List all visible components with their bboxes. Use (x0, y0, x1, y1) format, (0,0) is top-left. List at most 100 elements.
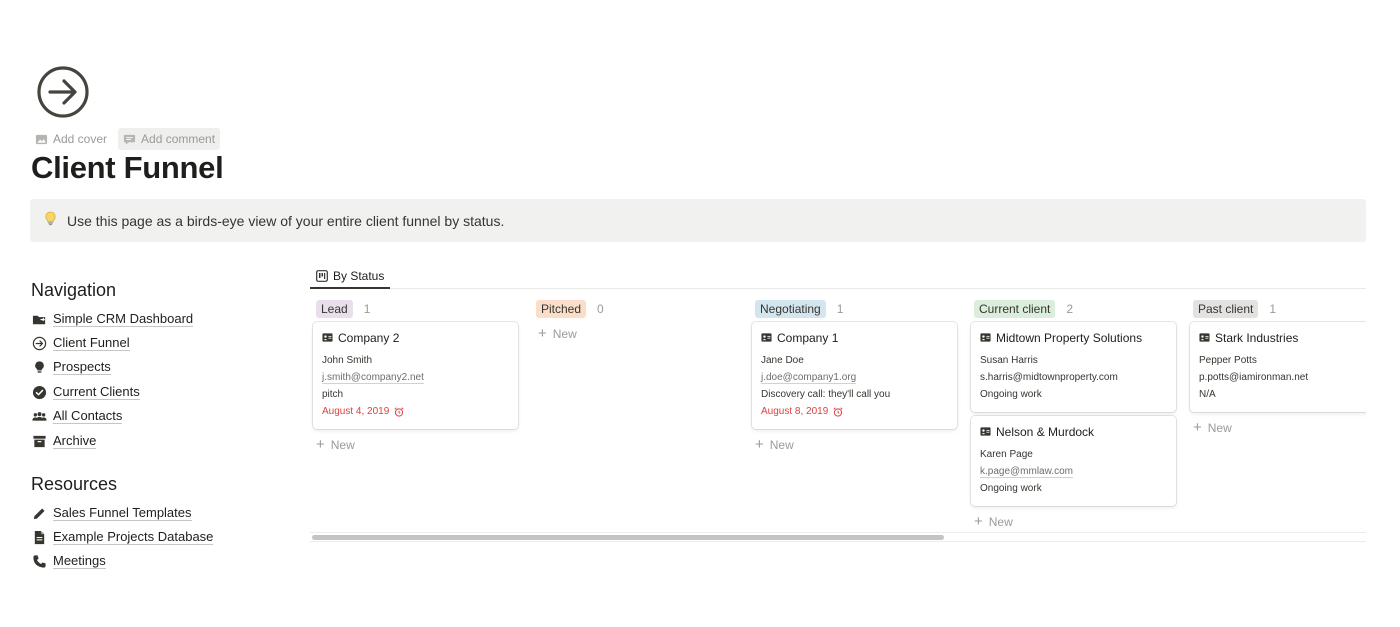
resource-link-label: Sales Funnel Templates (53, 504, 192, 521)
contact-email[interactable]: k.page@mmlaw.com (980, 463, 1167, 480)
page-icon[interactable] (35, 64, 91, 120)
nav-link-current-clients[interactable]: Current Clients (31, 380, 193, 404)
nav-link-prospects[interactable]: Prospects (31, 356, 193, 380)
alarm-clock-icon (394, 406, 404, 417)
card-nelson-murdock[interactable]: Nelson & Murdock Karen Page k.page@mmlaw… (971, 416, 1176, 506)
resource-link-label: Example Projects Database (53, 529, 214, 546)
column-header[interactable]: Pitched 0 (530, 296, 736, 322)
column-header[interactable]: Current client 2 (968, 296, 1174, 322)
column-header[interactable]: Negotiating 1 (749, 296, 955, 322)
arrow-circle-right-icon (37, 66, 89, 118)
contact-name: Karen Page (980, 449, 1033, 460)
add-comment-button[interactable]: Add comment (118, 128, 221, 150)
page-actions: Add cover Add comment (30, 128, 221, 150)
arrow-circle-right-icon (31, 336, 47, 352)
status-pill: Pitched (536, 300, 587, 318)
contact-name: Pepper Potts (1199, 355, 1257, 366)
card-title-text: Nelson & Murdock (996, 424, 1095, 439)
nav-link-label: Client Funnel (53, 335, 130, 352)
folder-arrow-icon (31, 311, 47, 327)
board-view-tabs: By Status (310, 264, 1366, 289)
contact-name: Susan Harris (980, 355, 1038, 366)
card-stark-industries[interactable]: Stark Industries Pepper Potts p.potts@ia… (1190, 322, 1366, 412)
scrollbar-thumb[interactable] (312, 535, 944, 540)
card-note: pitch (322, 389, 344, 400)
card-company-1[interactable]: Company 1 Jane Doe j.doe@company1.org Di… (752, 322, 957, 429)
contact-card-icon (761, 333, 772, 342)
card-date: August 8, 2019 (761, 403, 948, 420)
card-title-text: Stark Industries (1215, 330, 1299, 345)
people-icon (31, 409, 47, 425)
nav-link-archive[interactable]: Archive (31, 429, 193, 453)
new-label: New (1207, 421, 1232, 435)
contact-email[interactable]: p.potts@iamironman.net (1199, 369, 1366, 386)
plus-icon: + (1193, 419, 1202, 436)
resource-link-sales-funnel-templates[interactable]: Sales Funnel Templates (31, 501, 213, 525)
new-label: New (988, 515, 1013, 529)
phone-icon (31, 554, 47, 570)
new-card-button[interactable]: + New (974, 510, 1174, 532)
card-company-2[interactable]: Company 2 John Smith j.smith@company2.ne… (313, 322, 518, 429)
page-title: Client Funnel (31, 150, 224, 185)
resource-link-label: Meetings (53, 553, 106, 570)
board-view-icon (316, 269, 328, 282)
card-note: N/A (1199, 389, 1216, 400)
board-column-negotiating: Negotiating 1 Company 1 Jane Doe j.doe@c… (749, 296, 957, 457)
nav-link-simple-crm-dashboard[interactable]: Simple CRM Dashboard (31, 307, 194, 331)
column-count: 1 (363, 302, 371, 316)
card-title: Nelson & Murdock (980, 424, 1167, 439)
contact-email[interactable]: j.smith@company2.net (322, 369, 509, 386)
image-icon (35, 134, 48, 144)
card-title-text: Midtown Property Solutions (996, 330, 1143, 345)
board-column-lead: Lead 1 Company 2 John Smith j.smith@comp… (310, 296, 518, 457)
column-header[interactable]: Past client 1 (1187, 296, 1366, 322)
status-pill: Negotiating (755, 300, 826, 318)
archive-icon (31, 433, 47, 449)
lightbulb-icon (44, 211, 57, 230)
card-midtown-property-solutions[interactable]: Midtown Property Solutions Susan Harris … (971, 322, 1176, 412)
resource-link-meetings[interactable]: Meetings (31, 550, 213, 574)
card-note: Ongoing work (980, 389, 1042, 400)
board-horizontal-scrollbar[interactable] (310, 532, 1366, 542)
card-title-text: Company 1 (777, 330, 839, 345)
card-note: Ongoing work (980, 483, 1042, 494)
resources-section: Resources Sales Funnel Templates Example… (31, 474, 214, 574)
column-count: 1 (836, 302, 844, 316)
callout: Use this page as a birds-eye view of you… (30, 199, 1366, 242)
board-column-pitched: Pitched 0 + New (530, 296, 736, 346)
navigation-heading: Navigation (31, 280, 117, 300)
nav-link-label: Archive (53, 432, 97, 449)
board-column-current-client: Current client 2 Midtown Property Soluti… (968, 296, 1176, 532)
column-count: 2 (1066, 302, 1074, 316)
contact-email[interactable]: j.doe@company1.org (761, 369, 948, 386)
plus-icon: + (974, 513, 983, 530)
column-header[interactable]: Lead 1 (310, 296, 516, 322)
new-card-button[interactable]: + New (755, 433, 955, 457)
tab-label: By Status (333, 268, 385, 283)
new-card-button[interactable]: + New (316, 433, 516, 457)
tab-by-status[interactable]: By Status (310, 264, 391, 289)
document-icon (31, 530, 47, 546)
kanban-board: Lead 1 Company 2 John Smith j.smith@comp… (310, 296, 1366, 532)
add-cover-label: Add cover (53, 132, 108, 146)
new-card-button[interactable]: + New (538, 322, 736, 346)
nav-link-all-contacts[interactable]: All Contacts (31, 405, 193, 429)
resource-link-example-projects-database[interactable]: Example Projects Database (31, 525, 214, 549)
email-text: j.doe@company1.org (761, 372, 857, 384)
contact-name: Jane Doe (761, 355, 804, 366)
contact-card-icon (1199, 333, 1210, 342)
nav-link-label: Simple CRM Dashboard (53, 310, 194, 327)
contact-email[interactable]: s.harris@midtownproperty.com (980, 369, 1167, 386)
nav-link-client-funnel[interactable]: Client Funnel (31, 331, 193, 355)
new-card-button[interactable]: + New (1193, 416, 1366, 440)
plus-icon: + (316, 436, 325, 453)
contact-name: John Smith (322, 355, 373, 366)
plus-icon: + (755, 436, 764, 453)
board-column-past-client: Past client 1 Stark Industries Pepper Po… (1187, 296, 1366, 440)
add-comment-label: Add comment (141, 132, 216, 146)
alarm-clock-icon (833, 406, 843, 417)
navigation-section: Navigation Simple CRM Dashboard Client F… (31, 280, 194, 453)
new-label: New (330, 438, 355, 452)
add-cover-button[interactable]: Add cover (30, 128, 112, 150)
email-text: s.harris@midtownproperty.com (980, 372, 1118, 383)
